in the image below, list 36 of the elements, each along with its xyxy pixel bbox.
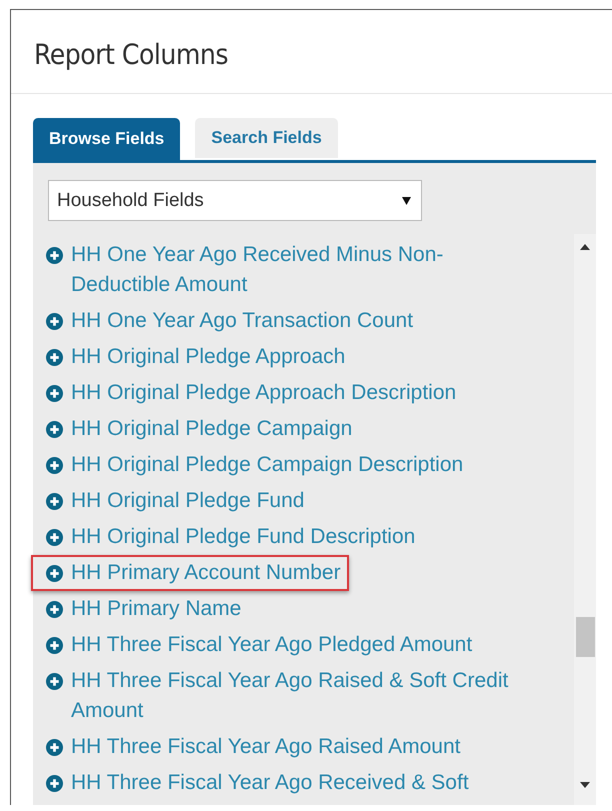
tab[interactable]: Search Fields xyxy=(195,118,338,158)
field-list-item[interactable]: HH Original Pledge Approach xyxy=(31,339,354,375)
add-circle-icon xyxy=(46,637,63,654)
field-list-item[interactable]: HH Original Pledge Fund Description xyxy=(31,519,424,555)
field-list-item[interactable]: HH Original Pledge Campaign xyxy=(31,411,360,447)
add-circle-icon xyxy=(46,385,63,402)
field-list-item[interactable]: HH Three Fiscal Year Ago Pledged Amount xyxy=(31,627,480,663)
category-select[interactable]: Household Fields xyxy=(48,180,422,221)
tab[interactable]: Browse Fields xyxy=(33,118,180,160)
add-circle-icon xyxy=(46,247,63,264)
field-list-item[interactable]: HH Original Pledge Approach Description xyxy=(31,375,464,411)
scroll-down-icon[interactable] xyxy=(580,782,590,788)
field-list-item[interactable]: HH One Year Ago Transaction Count xyxy=(31,303,422,339)
add-circle-icon xyxy=(46,349,63,366)
field-list-item[interactable]: HH Three Fiscal Year Ago Raised & Soft Credit Amount xyxy=(31,663,529,729)
scrollbar[interactable] xyxy=(574,234,596,805)
scroll-up-icon[interactable] xyxy=(580,244,590,250)
add-circle-icon xyxy=(46,565,63,582)
add-circle-icon xyxy=(46,775,63,792)
add-circle-icon xyxy=(46,673,63,690)
add-circle-icon xyxy=(46,493,63,510)
add-circle-icon xyxy=(46,529,63,546)
dropdown-caret-icon xyxy=(402,196,411,204)
field-list-item[interactable]: HH Original Pledge Fund xyxy=(31,483,312,519)
field-list-item[interactable]: HH Primary Name xyxy=(31,591,250,627)
add-circle-icon xyxy=(46,313,63,330)
add-circle-icon xyxy=(46,421,63,438)
field-list-item[interactable]: HH Original Pledge Campaign Description xyxy=(31,447,472,483)
add-circle-icon xyxy=(46,457,63,474)
add-circle-icon xyxy=(46,739,63,756)
add-circle-icon xyxy=(46,601,63,618)
scrollbar-thumb[interactable] xyxy=(576,617,595,657)
field-list-item[interactable]: HH Three Fiscal Year Ago Raised Amount xyxy=(31,729,468,765)
field-list-item[interactable]: HH One Year Ago Received Minus Non-Deductible Amount xyxy=(31,237,529,303)
field-list-item[interactable]: HH Primary Account Number xyxy=(31,555,349,591)
field-list-item[interactable]: HH Three Fiscal Year Ago Received & Soft xyxy=(31,765,477,801)
